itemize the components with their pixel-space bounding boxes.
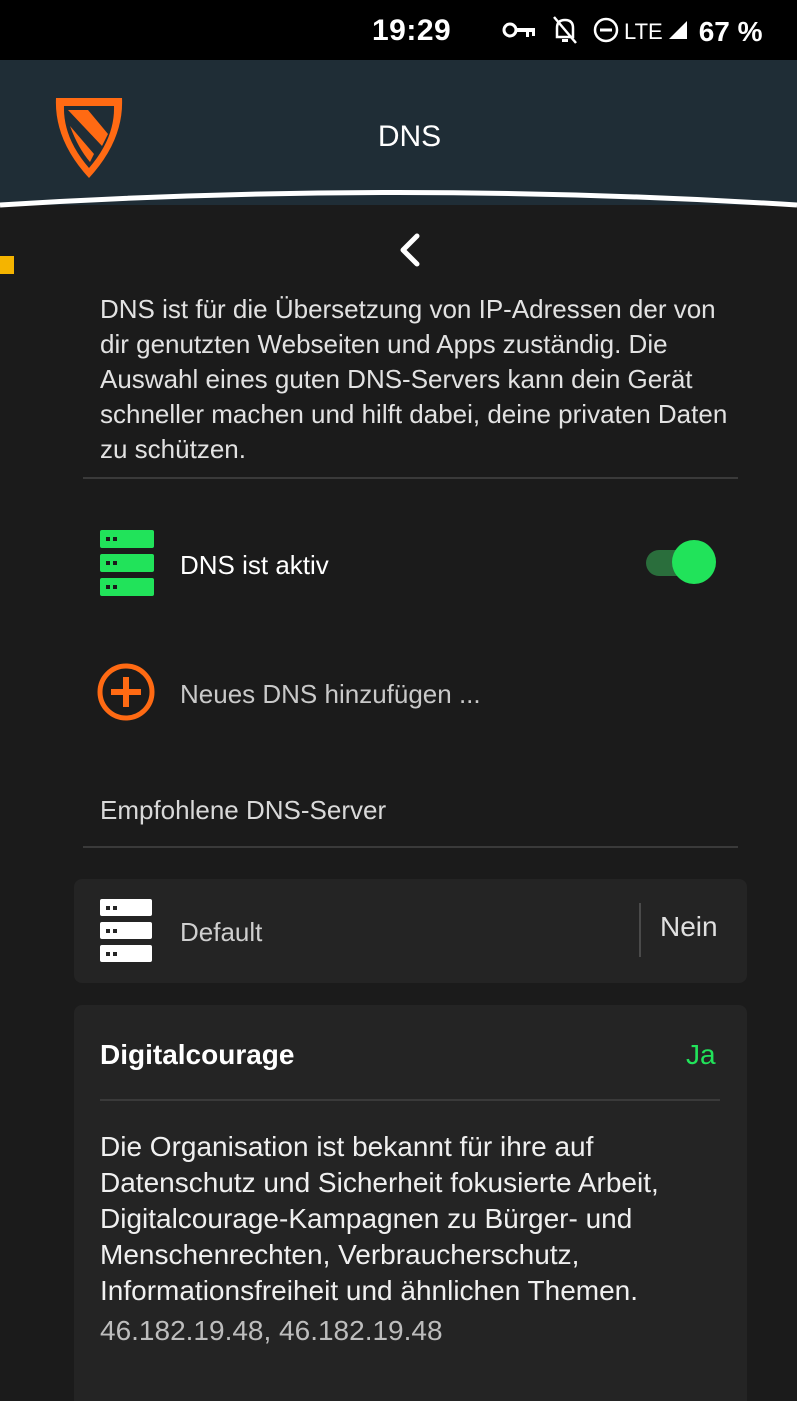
signal-icon (667, 19, 689, 46)
recommended-servers-title: Empfohlene DNS-Server (100, 795, 387, 825)
server-icon (100, 899, 152, 968)
server-name: Digitalcourage (100, 1039, 295, 1070)
status-bar: 19:29 LTE 67 % (0, 0, 797, 60)
toggle-thumb (672, 540, 716, 584)
divider (83, 846, 738, 848)
do-not-disturb-icon (592, 16, 620, 49)
chevron-left-icon (400, 233, 420, 267)
dns-toggle-switch[interactable] (642, 540, 716, 584)
dns-active-label: DNS ist aktiv (180, 550, 329, 580)
vertical-separator (639, 903, 641, 957)
server-status: Ja (686, 1039, 716, 1070)
dns-description: DNS ist für die Übersetzung von IP-Adres… (100, 294, 728, 464)
add-circle-icon (96, 662, 156, 727)
accent-tab (0, 256, 14, 274)
dns-server-card-digitalcourage[interactable]: Digitalcourage Ja Die Organisation ist b… (74, 1005, 747, 1401)
add-dns-button[interactable]: Neues DNS hinzufügen ... (96, 662, 481, 727)
divider (100, 1099, 720, 1101)
page-title: DNS (377, 120, 442, 153)
server-icon (100, 530, 154, 601)
header-curve-divider (0, 180, 797, 208)
notifications-off-icon (552, 15, 578, 50)
vpn-key-icon (502, 19, 538, 46)
add-dns-label: Neues DNS hinzufügen ... (180, 679, 481, 709)
divider (83, 477, 738, 479)
server-status: Nein (660, 911, 718, 942)
dns-server-card-default[interactable]: Default Nein (74, 879, 747, 983)
server-description: Die Organisation ist bekannt für ihre au… (100, 1131, 659, 1306)
dns-active-row: DNS ist aktiv (100, 530, 329, 601)
battery-level: 67 % (698, 16, 763, 47)
server-name: Default (180, 917, 263, 947)
back-button[interactable] (390, 230, 430, 270)
network-type: LTE (624, 19, 663, 44)
server-addresses: 46.182.19.48, 46.182.19.48 (100, 1315, 443, 1346)
status-icons: LTE 67 % (502, 15, 763, 50)
status-time: 19:29 (372, 14, 452, 47)
